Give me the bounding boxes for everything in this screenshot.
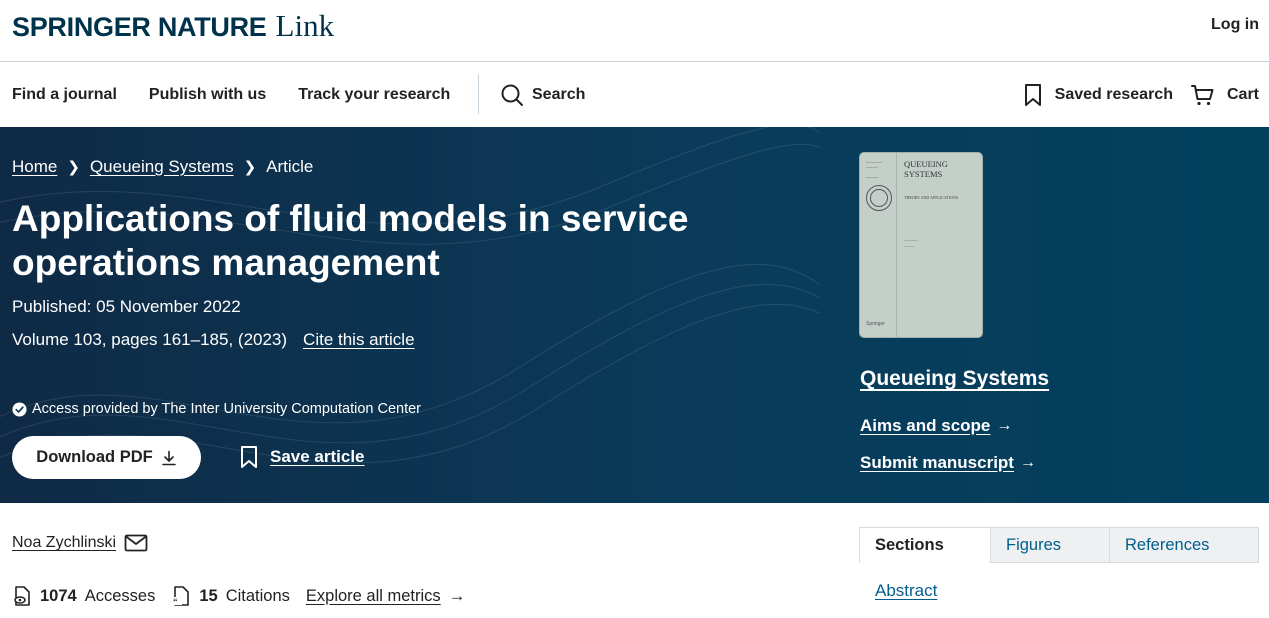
cover-emblem-inner xyxy=(870,189,888,207)
main-nav: Find a journal Publish with us Track you… xyxy=(0,62,1269,127)
author-link[interactable]: Noa Zychlinski xyxy=(12,534,148,552)
cover-editors: ———— ——— xyxy=(904,238,918,248)
springer-nature-link-logo[interactable]: SPRINGER NATURE Link xyxy=(12,8,334,48)
bookmark-icon xyxy=(241,446,257,468)
tab-figures[interactable]: Figures xyxy=(991,527,1110,563)
submit-manuscript-label: Submit manuscript xyxy=(860,453,1014,472)
cart-icon xyxy=(1190,84,1214,105)
tab-references[interactable]: References xyxy=(1110,527,1259,563)
journal-cover-image[interactable]: ———— ——— ——— QUEUEING SYSTEMS THEORY AND A… xyxy=(860,153,982,337)
article-hero: Home ❯ Queueing Systems ❯ Article Applic… xyxy=(0,127,1269,503)
arrow-right-icon: → xyxy=(996,417,1013,434)
arrow-right-icon: → xyxy=(1019,454,1036,471)
saved-research-label: Saved research xyxy=(1054,85,1173,103)
aims-and-scope-link[interactable]: Aims and scope → xyxy=(860,416,1012,436)
download-pdf-label: Download PDF xyxy=(36,448,153,466)
submit-manuscript-link[interactable]: Submit manuscript → xyxy=(860,453,1036,473)
tab-sections[interactable]: Sections xyxy=(859,527,991,563)
cover-publisher: Springer xyxy=(866,321,885,327)
cover-title-line2: SYSTEMS xyxy=(904,169,943,179)
breadcrumb: Home ❯ Queueing Systems ❯ Article xyxy=(12,157,313,177)
save-article-button[interactable]: Save article xyxy=(240,445,365,469)
svg-text:“: “ xyxy=(173,597,178,607)
explore-metrics-label: Explore all metrics xyxy=(305,586,441,605)
citations-label: Citations xyxy=(225,586,290,605)
access-text: Access provided by The Inter University … xyxy=(32,401,421,417)
accesses-icon xyxy=(14,586,30,606)
citations-count: 15 xyxy=(199,586,218,605)
volume-info: Volume 103, pages 161–185, (2023) Cite t… xyxy=(12,330,415,350)
nav-right: Saved research Cart xyxy=(1005,62,1259,127)
published-date: Published: 05 November 2022 xyxy=(12,297,241,316)
journal-name-link[interactable]: Queueing Systems xyxy=(860,367,1049,391)
access-notice: Access provided by The Inter University … xyxy=(12,401,421,417)
volume-pages: Volume 103, pages 161–185, (2023) xyxy=(12,330,288,349)
check-circle-icon xyxy=(12,401,27,417)
search-label: Search xyxy=(532,85,586,103)
nav-publish-with-us[interactable]: Publish with us xyxy=(149,86,266,104)
article-title: Applications of fluid models in service … xyxy=(12,198,689,283)
search-icon xyxy=(501,84,523,106)
chevron-right-icon: ❯ xyxy=(243,159,257,176)
aims-and-scope-label: Aims and scope xyxy=(860,416,991,435)
breadcrumb-home[interactable]: Home xyxy=(12,157,57,177)
section-link-abstract[interactable]: Abstract xyxy=(875,581,937,601)
cover-subtitle: THEORY AND APPLICATIONS xyxy=(904,195,959,200)
download-icon xyxy=(161,450,176,465)
cart-link[interactable]: Cart xyxy=(1190,83,1259,107)
cite-article-link[interactable]: Cite this article xyxy=(303,330,414,350)
breadcrumb-current: Article xyxy=(266,157,314,176)
cover-small-print: ———— ——— ——— xyxy=(866,159,882,179)
author-name: Noa Zychlinski xyxy=(12,534,117,551)
nav-find-journal[interactable]: Find a journal xyxy=(12,86,117,104)
chevron-right-icon: ❯ xyxy=(67,159,80,176)
nav-divider xyxy=(478,74,479,114)
cover-spine xyxy=(896,153,897,337)
nav-links: Find a journal Publish with us Track you… xyxy=(12,62,482,127)
cover-title-line1: QUEUEING xyxy=(904,159,948,169)
citations-metric: “ 15 Citations xyxy=(171,585,290,607)
download-pdf-button[interactable]: Download PDF xyxy=(12,436,201,479)
arrow-right-icon: → xyxy=(448,586,466,605)
breadcrumb-journal[interactable]: Queueing Systems xyxy=(90,157,234,177)
search-button[interactable]: Search xyxy=(500,62,585,127)
accesses-count: 1074 xyxy=(40,586,77,605)
logo-product-text: Link xyxy=(275,8,335,43)
saved-research-link[interactable]: Saved research xyxy=(1023,83,1173,107)
citations-icon: “ xyxy=(172,586,190,607)
explore-metrics-link[interactable]: Explore all metrics → xyxy=(306,587,465,606)
login-link[interactable]: Log in xyxy=(1211,16,1259,34)
accesses-metric: 1074 Accesses xyxy=(12,585,155,607)
accesses-label: Accesses xyxy=(84,586,156,605)
cart-label: Cart xyxy=(1226,85,1259,103)
cover-title: QUEUEING SYSTEMS xyxy=(904,159,948,179)
email-icon xyxy=(124,534,148,552)
article-metrics: 1074 Accesses “ 15 Citations Explore all… xyxy=(12,585,465,607)
bookmark-icon xyxy=(1024,83,1041,106)
logo-brand-text: SPRINGER NATURE xyxy=(12,12,267,42)
top-bar: SPRINGER NATURE Link Log in xyxy=(0,0,1269,62)
save-article-label: Save article xyxy=(270,447,365,466)
sidebar-tabs: Sections Figures References xyxy=(859,527,1259,563)
nav-track-research[interactable]: Track your research xyxy=(298,86,450,104)
